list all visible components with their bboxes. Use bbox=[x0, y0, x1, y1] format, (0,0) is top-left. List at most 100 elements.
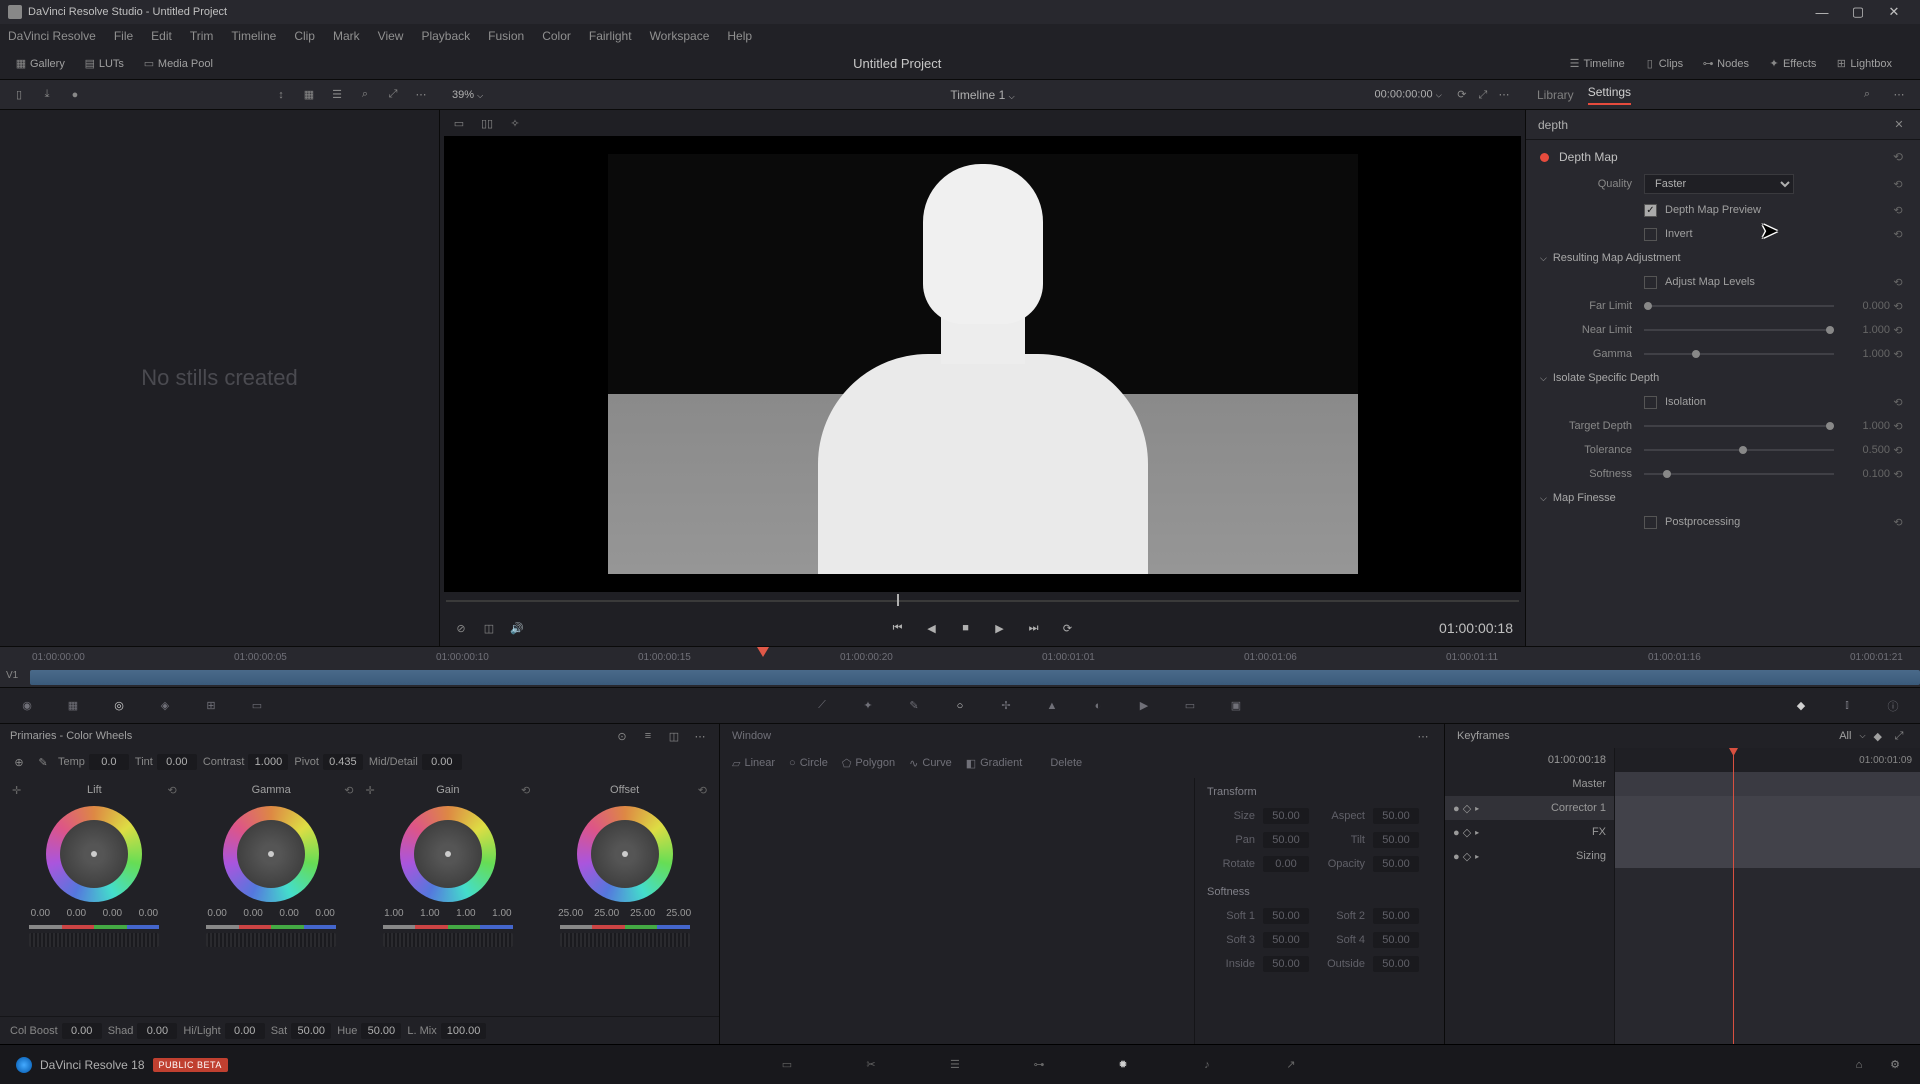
step-fwd-button[interactable]: ⏭ bbox=[1024, 618, 1044, 638]
circle-tool[interactable]: ○Circle bbox=[789, 757, 828, 769]
viewer-wand-icon[interactable]: ✧ bbox=[506, 114, 524, 132]
polygon-tool[interactable]: ⬠Polygon bbox=[842, 757, 895, 770]
qualifier-icon[interactable]: ✎ bbox=[903, 695, 925, 717]
lift-y[interactable]: 0.00 bbox=[25, 908, 55, 919]
menu-help[interactable]: Help bbox=[727, 29, 752, 43]
aspect-value[interactable]: 50.00 bbox=[1373, 808, 1419, 824]
effect-reset-icon[interactable]: ⟲ bbox=[1890, 150, 1906, 164]
colboost-value[interactable]: 0.00 bbox=[62, 1023, 102, 1039]
viewer-timecode[interactable]: 01:00:00:18 bbox=[1439, 620, 1513, 636]
preview-checkbox[interactable]: ✓ bbox=[1644, 204, 1657, 217]
auto-balance-icon[interactable]: ✎ bbox=[34, 753, 52, 771]
quality-select[interactable]: Faster bbox=[1644, 174, 1794, 194]
near-limit-slider[interactable] bbox=[1644, 329, 1834, 331]
zoom-chevron-icon[interactable]: ⌵ bbox=[477, 91, 483, 100]
color-page-icon[interactable]: ✹ bbox=[1111, 1053, 1135, 1077]
group-map-finesse[interactable]: Map Finesse bbox=[1526, 486, 1920, 510]
soft4-value[interactable]: 50.00 bbox=[1373, 932, 1419, 948]
gain-b[interactable]: 1.00 bbox=[487, 908, 517, 919]
far-reset-icon[interactable]: ⟲ bbox=[1890, 300, 1906, 313]
media-page-icon[interactable]: ▭ bbox=[775, 1053, 799, 1077]
linear-tool[interactable]: ▱Linear bbox=[732, 757, 775, 770]
kf-playhead[interactable] bbox=[1733, 748, 1734, 1044]
stop-button[interactable]: ■ bbox=[956, 618, 976, 638]
offset-wheel[interactable] bbox=[577, 806, 673, 902]
effect-enabled-dot[interactable] bbox=[1540, 153, 1549, 162]
gamma-r[interactable]: 0.00 bbox=[238, 908, 268, 919]
tilt-value[interactable]: 50.00 bbox=[1373, 832, 1419, 848]
expand-icon[interactable]: ⤢ bbox=[384, 86, 402, 104]
softness-value[interactable]: 0.100 bbox=[1844, 468, 1890, 480]
lmix-value[interactable]: 100.00 bbox=[441, 1023, 487, 1039]
far-limit-value[interactable]: 0.000 bbox=[1844, 300, 1890, 312]
color-match-icon[interactable]: ▦ bbox=[62, 695, 84, 717]
gamma-b[interactable]: 0.00 bbox=[310, 908, 340, 919]
kf-expand-icon[interactable]: ⤢ bbox=[1890, 727, 1908, 745]
near-limit-value[interactable]: 1.000 bbox=[1844, 324, 1890, 336]
softness-slider[interactable] bbox=[1644, 473, 1834, 475]
wipe-icon[interactable]: ◫ bbox=[480, 619, 498, 637]
fairlight-page-icon[interactable]: ♪ bbox=[1195, 1053, 1219, 1077]
video-track[interactable]: V1 bbox=[0, 668, 1920, 688]
cut-page-icon[interactable]: ✂ bbox=[859, 1053, 883, 1077]
quality-reset-icon[interactable]: ⟲ bbox=[1890, 178, 1906, 191]
gain-r[interactable]: 1.00 bbox=[415, 908, 445, 919]
kf-all-label[interactable]: All bbox=[1839, 730, 1851, 742]
loop-playback-button[interactable]: ⟳ bbox=[1058, 618, 1078, 638]
gamma-dm-value[interactable]: 1.000 bbox=[1844, 348, 1890, 360]
offset-r[interactable]: 25.00 bbox=[592, 908, 622, 919]
warper-icon[interactable]: ✦ bbox=[857, 695, 879, 717]
gamma-reset-icon[interactable]: ⟲ bbox=[344, 784, 353, 797]
menu-timeline[interactable]: Timeline bbox=[231, 29, 276, 43]
menu-view[interactable]: View bbox=[378, 29, 404, 43]
offset-jog[interactable] bbox=[560, 933, 690, 947]
target-depth-slider[interactable] bbox=[1644, 425, 1834, 427]
kf-timeline[interactable]: 01:00:01:09 bbox=[1615, 748, 1920, 1044]
tint-value[interactable]: 0.00 bbox=[157, 754, 197, 770]
deliver-page-icon[interactable]: ↗ bbox=[1279, 1053, 1303, 1077]
gamma-wheel[interactable] bbox=[223, 806, 319, 902]
lift-picker-icon[interactable]: ✛ bbox=[12, 784, 21, 797]
curve-tool[interactable]: ∿Curve bbox=[909, 757, 952, 770]
fusion-page-icon[interactable]: ⊶ bbox=[1027, 1053, 1051, 1077]
near-reset-icon[interactable]: ⟲ bbox=[1890, 324, 1906, 337]
menu-file[interactable]: File bbox=[114, 29, 133, 43]
close-button[interactable]: ✕ bbox=[1876, 4, 1912, 20]
wheels-mode-1-icon[interactable]: ⊙ bbox=[613, 727, 631, 745]
preview-reset-icon[interactable]: ⟲ bbox=[1890, 204, 1906, 217]
isolation-reset-icon[interactable]: ⟲ bbox=[1890, 396, 1906, 409]
clear-search-icon[interactable]: ✕ bbox=[1890, 116, 1908, 134]
gamma-dm-reset-icon[interactable]: ⟲ bbox=[1890, 348, 1906, 361]
edit-page-icon[interactable]: ☰ bbox=[943, 1053, 967, 1077]
sizing-icon[interactable]: ▭ bbox=[1179, 695, 1201, 717]
soft3-value[interactable]: 50.00 bbox=[1263, 932, 1309, 948]
nodes-toggle[interactable]: ⊶Nodes bbox=[1699, 55, 1749, 73]
viewer-more-icon[interactable]: ⋯ bbox=[1495, 85, 1513, 103]
menu-trim[interactable]: Trim bbox=[190, 29, 214, 43]
step-back-button[interactable]: ◀ bbox=[922, 618, 942, 638]
offset-y[interactable]: 25.00 bbox=[556, 908, 586, 919]
lift-jog[interactable] bbox=[29, 933, 159, 947]
mute-icon[interactable]: 🔊 bbox=[508, 619, 526, 637]
home-icon[interactable]: ⌂ bbox=[1850, 1056, 1868, 1074]
opacity-value[interactable]: 50.00 bbox=[1373, 856, 1419, 872]
tolerance-value[interactable]: 0.500 bbox=[1844, 444, 1890, 456]
soft2-value[interactable]: 50.00 bbox=[1373, 908, 1419, 924]
search-settings-icon[interactable]: ⌕ bbox=[1858, 86, 1876, 104]
luts-toggle[interactable]: ▤LUTs bbox=[81, 55, 124, 73]
clip-timecode[interactable]: 00:00:00:00 bbox=[1375, 89, 1433, 101]
menu-edit[interactable]: Edit bbox=[151, 29, 172, 43]
gain-y[interactable]: 1.00 bbox=[379, 908, 409, 919]
kf-sizing[interactable]: ● ◇ ▸ Sizing bbox=[1445, 844, 1614, 868]
keyframes-mode-icon[interactable]: ◆ bbox=[1790, 695, 1812, 717]
offset-reset-icon[interactable]: ⟲ bbox=[698, 784, 707, 797]
gamma-jog[interactable] bbox=[206, 933, 336, 947]
picker-icon[interactable]: ⊕ bbox=[10, 753, 28, 771]
play-button[interactable]: ▶ bbox=[990, 618, 1010, 638]
size-value[interactable]: 50.00 bbox=[1263, 808, 1309, 824]
window-more-icon[interactable]: ⋯ bbox=[1414, 727, 1432, 745]
adjust-levels-checkbox[interactable] bbox=[1644, 276, 1657, 289]
rgb-mixer-icon[interactable]: ⊞ bbox=[200, 695, 222, 717]
more-icon[interactable]: ⋯ bbox=[412, 86, 430, 104]
outside-value[interactable]: 50.00 bbox=[1373, 956, 1419, 972]
